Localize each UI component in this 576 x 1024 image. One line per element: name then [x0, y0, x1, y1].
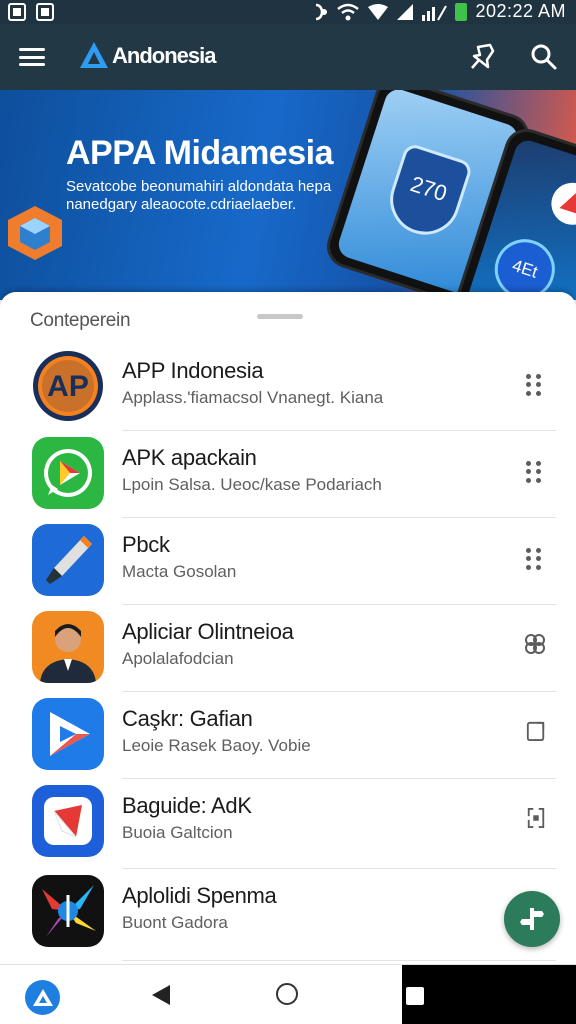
cell-signal-icon: [397, 3, 414, 20]
app-bar: Andonesia: [0, 24, 576, 90]
app-description: Buoia Galtcion: [122, 823, 233, 842]
svg-text:AP: AP: [47, 370, 89, 403]
app-notification-icon: [36, 3, 54, 21]
app-description: Applass.'fiamacsol Vnanegt. Kiana: [122, 388, 384, 407]
whatsapp-play-icon: [32, 437, 104, 509]
app-list: AP APP Indonesia Applass.'fiamacsol Vnan…: [0, 344, 576, 961]
app-description: Apolalafodcian: [122, 649, 234, 668]
drag-dots-icon[interactable]: [526, 546, 546, 570]
sheet-drag-handle[interactable]: [257, 314, 303, 319]
logo-triangle-icon: [80, 42, 108, 68]
hero-subtitle: Sevatcobe beonumahiri aldondata hepa nan…: [66, 178, 332, 213]
phone-screen-text: 270: [407, 171, 451, 207]
fab-button[interactable]: [504, 891, 560, 947]
nfc-icon: [316, 3, 328, 20]
ap-logo-icon: AP: [32, 350, 104, 422]
drag-dots-icon[interactable]: [526, 372, 546, 396]
app-logo[interactable]: Andonesia: [78, 40, 216, 72]
pin-icon[interactable]: [468, 42, 498, 72]
list-item[interactable]: Caşkr: Gafian Leoie Rasek Baoy. Vobie: [0, 692, 576, 779]
logo-triangle-icon: [32, 988, 53, 1006]
list-item[interactable]: Pbck Macta Gosolan: [0, 518, 576, 605]
nav-dark-panel: [402, 965, 576, 1024]
bookmark-app-icon: [32, 785, 104, 857]
gallery-notification-icon: [8, 3, 26, 21]
wifi-alt-icon: [368, 3, 389, 20]
navigation-bar: [0, 964, 576, 1024]
clover-icon[interactable]: [524, 633, 546, 655]
signpost-icon: [520, 908, 544, 930]
app-name: Aplolidi Spenma: [122, 883, 277, 908]
status-time: 202:22 AM: [475, 1, 566, 21]
profile-photo-icon: [32, 611, 104, 683]
app-description: Lpoin Salsa. Ueoc/kase Podariach: [122, 475, 382, 494]
warning-icon: [545, 177, 576, 231]
list-item[interactable]: Baguide: AdK Buoia Galtcion: [0, 779, 576, 869]
app-description: Leoie Rasek Baoy. Vobie: [122, 736, 311, 755]
drag-dots-icon[interactable]: [526, 459, 546, 483]
app-name: Caşkr: Gafian: [122, 706, 253, 731]
app-shortcut-button[interactable]: [25, 980, 60, 1015]
colorful-burst-icon: [32, 875, 104, 947]
wifi-icon: [337, 3, 360, 20]
app-name: Baguide: AdK: [122, 793, 252, 818]
back-button[interactable]: [152, 985, 170, 1005]
app-name: Pbck: [122, 532, 170, 557]
divider: [122, 960, 556, 961]
app-name: APP Indonesia: [122, 358, 264, 383]
hero-title: APPA Midamesia: [66, 134, 333, 172]
shield-icon: 270: [381, 142, 474, 244]
list-item[interactable]: AP APP Indonesia Applass.'fiamacsol Vnan…: [0, 344, 576, 431]
list-item[interactable]: APK apackain Lpoin Salsa. Ueoc/kase Poda…: [0, 431, 576, 518]
app-title: Andonesia: [112, 43, 216, 68]
app-name: Apliciar Olintneioa: [122, 619, 294, 644]
menu-icon[interactable]: [19, 48, 45, 66]
list-item[interactable]: Aplolidi Spenma Buont Gadora: [0, 869, 576, 961]
section-label: Conteperein: [30, 310, 131, 331]
bracket-icon[interactable]: [526, 807, 546, 829]
app-description: Macta Gosolan: [122, 562, 237, 581]
recents-button[interactable]: [406, 987, 424, 1005]
play-triangle-icon: [32, 698, 104, 770]
phone-badge: 4Et: [487, 231, 563, 300]
hero-banner[interactable]: APPA Midamesia Sevatcobe beonumahiri ald…: [0, 90, 576, 300]
cube-icon: [8, 206, 62, 260]
copy-icon[interactable]: [526, 720, 546, 742]
app-name: APK apackain: [122, 445, 257, 470]
cell-signal-bars-icon: [422, 5, 448, 21]
app-description: Buont Gadora: [122, 913, 228, 932]
bottom-sheet: Conteperein AP APP Indonesia Applass.'fi…: [0, 292, 576, 964]
search-icon[interactable]: [530, 43, 558, 71]
status-bar: 202:22 AM: [0, 0, 576, 24]
list-item[interactable]: Apliciar Olintneioa Apolalafodcian: [0, 605, 576, 692]
paintbrush-icon: [32, 524, 104, 596]
home-button[interactable]: [276, 983, 298, 1005]
battery-icon: [455, 2, 468, 21]
